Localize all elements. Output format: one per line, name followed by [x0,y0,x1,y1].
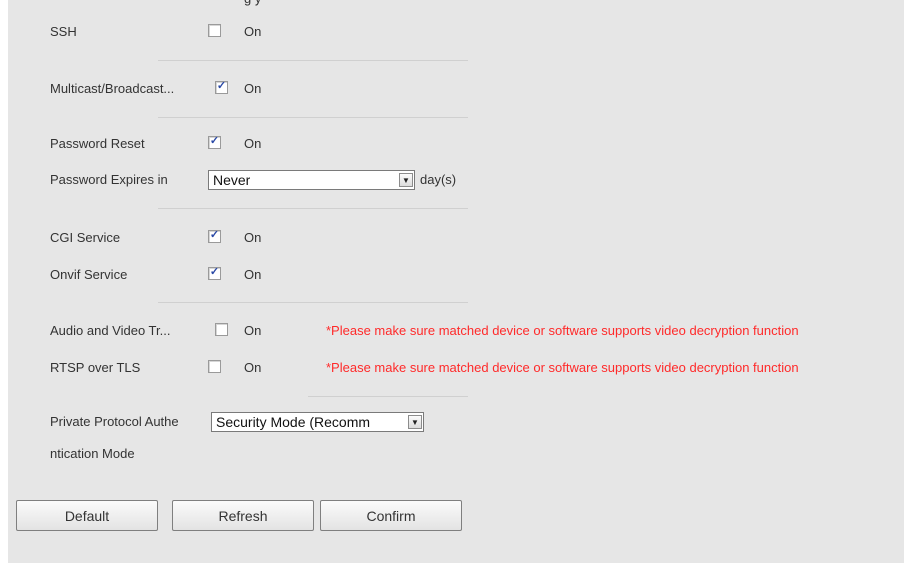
rtsp-tls-label: RTSP over TLS [50,360,141,375]
password-expires-label: Password Expires in [50,172,168,187]
chevron-down-icon[interactable]: ▼ [408,415,422,429]
private-protocol-select[interactable]: Security Mode (Recomm ▼ [211,412,424,432]
password-expires-unit: day(s) [420,172,457,187]
cgi-on-label: On [244,230,262,245]
default-button[interactable]: Default [16,500,158,531]
cgi-row: CGI Service ✓ On [8,228,904,248]
divider [158,208,468,209]
audio-video-row: Audio and Video Tr... ✓ On *Please make … [8,321,904,341]
onvif-checkbox[interactable]: ✓ [208,266,221,280]
divider [158,60,468,61]
password-expires-row: Password Expires in Never ▼ day(s) [8,170,904,190]
private-protocol-label-line2: ntication Mode [50,446,135,461]
ssh-on-label: On [244,24,262,39]
password-expires-select[interactable]: Never ▼ [208,170,415,190]
password-reset-row: Password Reset ✓ On [8,134,904,154]
private-protocol-value: Security Mode (Recomm [216,414,371,430]
cgi-checkbox[interactable]: ✓ [208,229,221,243]
audio-video-label: Audio and Video Tr... [50,323,171,338]
header-fragment-text: g y [244,0,261,6]
password-reset-checkbox[interactable]: ✓ [208,135,221,149]
rtsp-tls-row: RTSP over TLS ✓ On *Please make sure mat… [8,358,904,378]
ssh-checkbox[interactable]: ✓ [208,24,221,37]
private-protocol-row-2: ntication Mode [8,444,904,464]
password-reset-on-label: On [244,136,262,151]
password-reset-label: Password Reset [50,136,145,151]
audio-video-checkbox[interactable]: ✓ [215,323,228,336]
check-icon: ✓ [209,135,220,147]
settings-panel: SSH ✓ On Multicast/Broadcast... ✓ On Pas… [8,10,904,563]
check-icon: ✓ [216,80,227,92]
private-protocol-label-line1: Private Protocol Authe [50,414,179,429]
divider [158,302,468,303]
onvif-on-label: On [244,267,262,282]
onvif-label: Onvif Service [50,267,128,282]
multicast-label: Multicast/Broadcast... [50,81,175,96]
ssh-row: SSH ✓ On [8,22,904,42]
rtsp-tls-on-label: On [244,360,262,375]
check-icon: ✓ [209,266,220,278]
password-expires-value: Never [213,172,251,188]
divider [308,396,468,397]
multicast-on-label: On [244,81,262,96]
cgi-label: CGI Service [50,230,121,245]
rtsp-tls-checkbox[interactable]: ✓ [208,360,221,373]
confirm-button[interactable]: Confirm [320,500,462,531]
multicast-row: Multicast/Broadcast... ✓ On [8,79,904,99]
private-protocol-row: Private Protocol Authe Security Mode (Re… [8,412,904,432]
check-icon: ✓ [209,229,220,241]
ssh-label: SSH [50,24,77,39]
refresh-button[interactable]: Refresh [172,500,314,531]
multicast-checkbox[interactable]: ✓ [215,80,228,94]
audio-video-on-label: On [244,323,262,338]
header-fragment: g y [8,0,904,10]
divider [158,117,468,118]
audio-video-warning: *Please make sure matched device or soft… [326,323,799,338]
rtsp-tls-warning: *Please make sure matched device or soft… [326,360,799,375]
chevron-down-icon[interactable]: ▼ [399,173,413,187]
onvif-row: Onvif Service ✓ On [8,265,904,285]
